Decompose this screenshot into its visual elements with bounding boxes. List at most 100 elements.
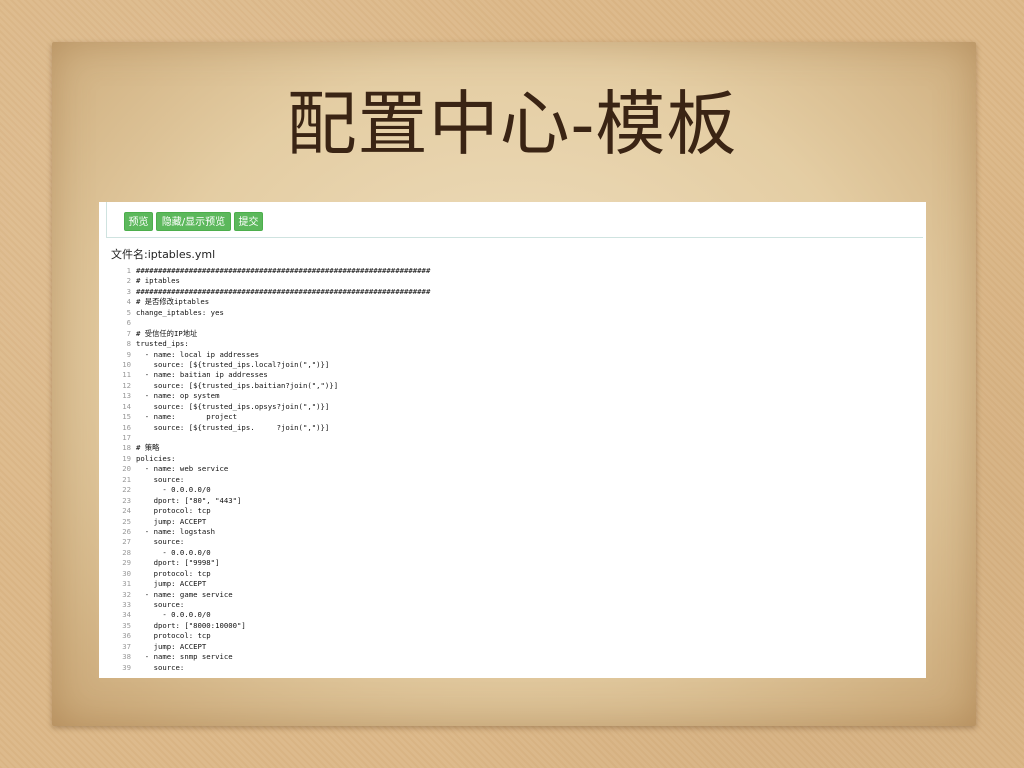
code-text: source: <box>136 537 185 547</box>
code-line: 4 # 是否修改iptables <box>113 297 913 307</box>
code-text: ########################################… <box>136 266 431 275</box>
line-number: 1 <box>126 266 131 275</box>
code-line: 20 - name: web service <box>113 464 913 474</box>
code-text: protocol: tcp <box>136 568 211 578</box>
toggle-preview-button[interactable]: 隐藏/显示预览 <box>156 212 231 231</box>
code-line: 34 - 0.0.0.0/0 <box>113 610 913 620</box>
code-text: dport: ["8000:10000"] <box>136 620 246 630</box>
line-number: 30 <box>122 568 131 578</box>
code-text: source: [${trusted_ips. ?join(",")}] <box>136 422 330 432</box>
code-line: 17 <box>113 433 913 443</box>
line-number: 6 <box>126 318 131 328</box>
code-line: 3 #######################################… <box>113 287 913 297</box>
code-text: ########################################… <box>136 286 431 296</box>
code-text: - name: op system <box>136 391 220 401</box>
code-line: 26 - name: logstash <box>113 527 913 537</box>
code-text: # 是否修改iptables <box>136 297 210 307</box>
code-line: 32 - name: game service <box>113 590 913 600</box>
line-number: 27 <box>122 537 131 547</box>
code-line: 38 - name: snmp service <box>113 652 913 662</box>
line-number: 21 <box>122 474 131 484</box>
filename-row: 文件名:iptables.yml <box>111 246 215 262</box>
code-line: 6 <box>113 318 913 328</box>
code-line: 37 jump: ACCEPT <box>113 642 913 652</box>
line-number: 18 <box>122 443 131 453</box>
code-text: - name: baitian ip addresses <box>136 370 268 380</box>
toolbar: 预览 隐藏/显示预览 提交 <box>106 202 923 238</box>
code-line: 33 source: <box>113 600 913 610</box>
line-number: 26 <box>122 526 131 536</box>
submit-button[interactable]: 提交 <box>234 212 263 231</box>
line-number: 37 <box>122 641 131 651</box>
line-number: 10 <box>122 359 131 369</box>
code-line: 23 dport: ["80", "443"] <box>113 496 913 506</box>
line-number: 5 <box>126 307 131 317</box>
code-line: 31 jump: ACCEPT <box>113 579 913 589</box>
line-number: 3 <box>126 286 131 296</box>
code-line: 15 - name: project <box>113 412 913 422</box>
line-number: 14 <box>122 401 131 411</box>
code-line: 36 protocol: tcp <box>113 631 913 641</box>
code-text: source: [${trusted_ips.opsys?join(",")}] <box>136 401 330 411</box>
code-line: 2 # iptables <box>113 276 913 286</box>
line-number: 23 <box>122 495 131 505</box>
line-number: 24 <box>122 506 131 516</box>
code-text: source: [${trusted_ips.baitian?join(",")… <box>136 380 339 390</box>
line-number: 22 <box>122 485 131 495</box>
preview-button[interactable]: 预览 <box>124 212 153 231</box>
line-number: 25 <box>122 516 131 526</box>
line-number: 12 <box>122 380 131 390</box>
code-line: 14 source: [${trusted_ips.opsys?join(","… <box>113 402 913 412</box>
code-text: # iptables <box>136 276 180 286</box>
line-number: 36 <box>122 631 131 641</box>
code-line: 13 - name: op system <box>113 391 913 401</box>
code-line: 16 source: [${trusted_ips. ?join(",")}] <box>113 423 913 433</box>
code-line: 8 trusted_ips: <box>113 339 913 349</box>
code-line: 28 - 0.0.0.0/0 <box>113 548 913 558</box>
filename-value: iptables.yml <box>147 248 216 261</box>
code-line: 19 policies: <box>113 454 913 464</box>
code-line: 18 # 策略 <box>113 443 913 453</box>
code-line: 25 jump: ACCEPT <box>113 517 913 527</box>
code-text: - 0.0.0.0/0 <box>136 485 211 495</box>
code-line: 29 dport: ["9998"] <box>113 558 913 568</box>
line-number: 11 <box>122 370 131 380</box>
line-number: 20 <box>122 464 131 474</box>
code-text: policies: <box>136 453 176 463</box>
line-number: 34 <box>122 610 131 620</box>
code-line: 5 change_iptables: yes <box>113 308 913 318</box>
line-number: 39 <box>122 662 131 672</box>
code-text: jump: ACCEPT <box>136 641 207 651</box>
slide-title: 配置中心-模板 <box>286 83 738 165</box>
code-text: source: <box>136 600 185 609</box>
code-line: 10 source: [${trusted_ips.local?join(","… <box>113 360 913 370</box>
code-line: 11 - name: baitian ip addresses <box>113 370 913 380</box>
line-number: 15 <box>122 412 131 422</box>
code-text: source: [${trusted_ips.local?join(",")}] <box>136 359 330 369</box>
code-text: source: <box>136 662 185 672</box>
code-line: 12 source: [${trusted_ips.baitian?join("… <box>113 381 913 391</box>
line-number: 33 <box>122 600 131 609</box>
code-text: jump: ACCEPT <box>136 579 207 589</box>
code-line: 1 #######################################… <box>113 266 913 276</box>
editor-screenshot: 预览 隐藏/显示预览 提交 文件名:iptables.yml 1 ########… <box>99 202 926 678</box>
line-number: 29 <box>122 558 131 568</box>
code-editor[interactable]: 1 #######################################… <box>113 266 913 673</box>
line-number: 13 <box>122 391 131 401</box>
line-number: 31 <box>122 579 131 589</box>
code-text: source: <box>136 474 185 484</box>
line-number: 28 <box>122 547 131 557</box>
code-text: - 0.0.0.0/0 <box>136 547 211 557</box>
line-number: 32 <box>122 589 131 599</box>
line-number: 35 <box>122 620 131 630</box>
code-text: dport: ["9998"] <box>136 558 220 568</box>
code-text: # 受信任的IP地址 <box>136 328 198 338</box>
code-text: - name: snmp service <box>136 652 233 662</box>
code-text: change_iptables: yes <box>136 307 224 317</box>
filename-label: 文件名: <box>111 248 148 261</box>
code-text: trusted_ips: <box>136 339 189 349</box>
line-number: 9 <box>126 349 131 359</box>
line-number: 17 <box>122 433 131 442</box>
code-text: - name: logstash <box>136 526 216 536</box>
code-line: 27 source: <box>113 537 913 547</box>
